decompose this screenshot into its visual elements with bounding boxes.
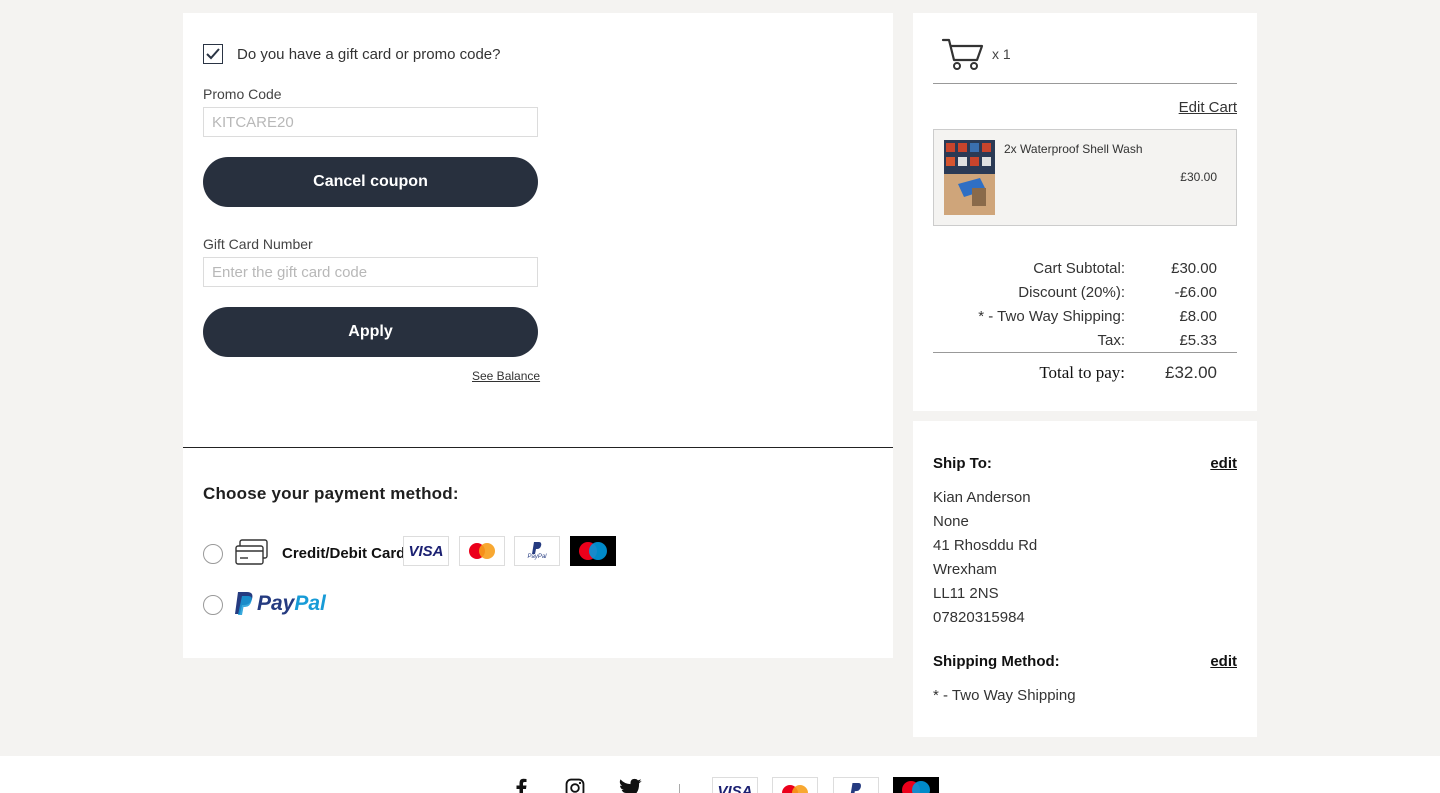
- gift-card-input[interactable]: [203, 257, 538, 287]
- shipping-method-heading: Shipping Method:: [933, 653, 1060, 670]
- footer-paypal-logo: [833, 777, 879, 793]
- totals-divider: [933, 352, 1237, 353]
- paypal-small-text: PayPal: [527, 554, 547, 560]
- shipping-method-value: * - Two Way Shipping: [933, 687, 1076, 704]
- shipping-cost-label: * - Two Way Shipping:: [978, 308, 1125, 325]
- footer-mastercard-logo: [772, 777, 818, 793]
- subtotal-value: £30.00: [1171, 260, 1217, 277]
- footer-paypal-icon: [850, 783, 861, 793]
- footer-separator: [679, 784, 680, 793]
- total-value: £32.00: [1165, 363, 1217, 382]
- paypal-payment-radio[interactable]: [203, 595, 223, 615]
- discount-value: -£6.00: [1174, 284, 1217, 301]
- paypal-word-pal: Pal: [294, 592, 326, 615]
- total-label: Total to pay:: [1039, 363, 1125, 382]
- cart-item-name: 2x Waterproof Shell Wash: [1004, 142, 1143, 156]
- address-line: Wrexham: [933, 561, 997, 578]
- gift-card-label: Gift Card Number: [203, 236, 313, 252]
- address-line: 41 Rhosddu Rd: [933, 537, 1038, 554]
- shipping-cost-value: £8.00: [1179, 308, 1217, 325]
- section-divider: [183, 447, 893, 448]
- address-line: Kian Anderson: [933, 489, 1031, 506]
- payment-method-title: Choose your payment method:: [203, 484, 459, 503]
- paypal-small-icon: [532, 542, 542, 554]
- subtotal-label: Cart Subtotal:: [1033, 260, 1125, 277]
- shopping-cart-icon: [941, 38, 984, 70]
- cart-item-price: £30.00: [1180, 170, 1217, 184]
- instagram-icon[interactable]: [562, 778, 588, 793]
- promo-question-label: Do you have a gift card or promo code?: [237, 46, 501, 63]
- see-balance-link[interactable]: See Balance: [472, 369, 540, 383]
- maestro-logo: [570, 536, 616, 566]
- summary-divider: [933, 83, 1237, 84]
- tax-label: Tax:: [1097, 332, 1125, 349]
- edit-shipping-method-link[interactable]: edit: [1210, 653, 1237, 670]
- card-payment-radio[interactable]: [203, 544, 223, 564]
- subtotal-row: Cart Subtotal: £30.00: [933, 260, 1217, 284]
- mastercard-icon: [469, 543, 495, 559]
- footer-maestro-icon: [902, 781, 930, 793]
- footer-visa-text: VISA: [717, 783, 753, 793]
- visa-logo: VISA: [403, 536, 449, 566]
- footer-visa-logo: VISA: [712, 777, 758, 793]
- discount-label: Discount (20%):: [1018, 284, 1125, 301]
- edit-cart-link[interactable]: Edit Cart: [1179, 99, 1237, 116]
- promo-code-input[interactable]: [203, 107, 538, 137]
- shipping-cost-row: * - Two Way Shipping: £8.00: [933, 308, 1217, 332]
- address-line: 07820315984: [933, 609, 1025, 626]
- paypal-word-pay: Pay: [257, 592, 295, 615]
- apply-button[interactable]: Apply: [203, 307, 538, 357]
- visa-logo-text: VISA: [408, 542, 444, 560]
- total-row: Total to pay: £32.00: [933, 363, 1217, 387]
- mastercard-logo: [459, 536, 505, 566]
- credit-card-icon: [235, 539, 268, 565]
- promo-checkbox[interactable]: [203, 44, 223, 64]
- cancel-coupon-button[interactable]: Cancel coupon: [203, 157, 538, 207]
- address-line: LL11 2NS: [933, 585, 999, 602]
- edit-ship-to-link[interactable]: edit: [1210, 455, 1237, 472]
- page-footer: VISA: [0, 756, 1440, 793]
- cart-item-count: x 1: [992, 46, 1011, 62]
- footer-mastercard-icon: [782, 785, 808, 793]
- footer-maestro-logo: [893, 777, 939, 793]
- discount-row: Discount (20%): -£6.00: [933, 284, 1217, 308]
- product-thumbnail: [944, 140, 995, 215]
- cart-line-item: 2x Waterproof Shell Wash £30.00: [933, 129, 1237, 226]
- paypal-logo: PayPal: [234, 592, 326, 616]
- card-payment-label: Credit/Debit Card: [282, 545, 406, 562]
- address-line: None: [933, 513, 969, 530]
- paypal-wordmark: PayPal: [257, 592, 326, 616]
- promo-code-label: Promo Code: [203, 86, 282, 102]
- maestro-icon: [579, 542, 607, 560]
- order-summary-panel: x 1 Edit Cart 2x Waterproof Shell Wash £…: [913, 13, 1257, 411]
- ship-to-heading: Ship To:: [933, 455, 992, 472]
- checkout-left-panel: Do you have a gift card or promo code? P…: [183, 13, 893, 658]
- tax-value: £5.33: [1179, 332, 1217, 349]
- checkmark-icon: [206, 48, 220, 60]
- twitter-icon[interactable]: [616, 778, 644, 793]
- facebook-icon[interactable]: [512, 778, 530, 793]
- shipping-details-panel: Ship To: edit Kian Anderson None 41 Rhos…: [913, 421, 1257, 737]
- paypal-card-logo: PayPal: [514, 536, 560, 566]
- paypal-icon: [235, 592, 253, 615]
